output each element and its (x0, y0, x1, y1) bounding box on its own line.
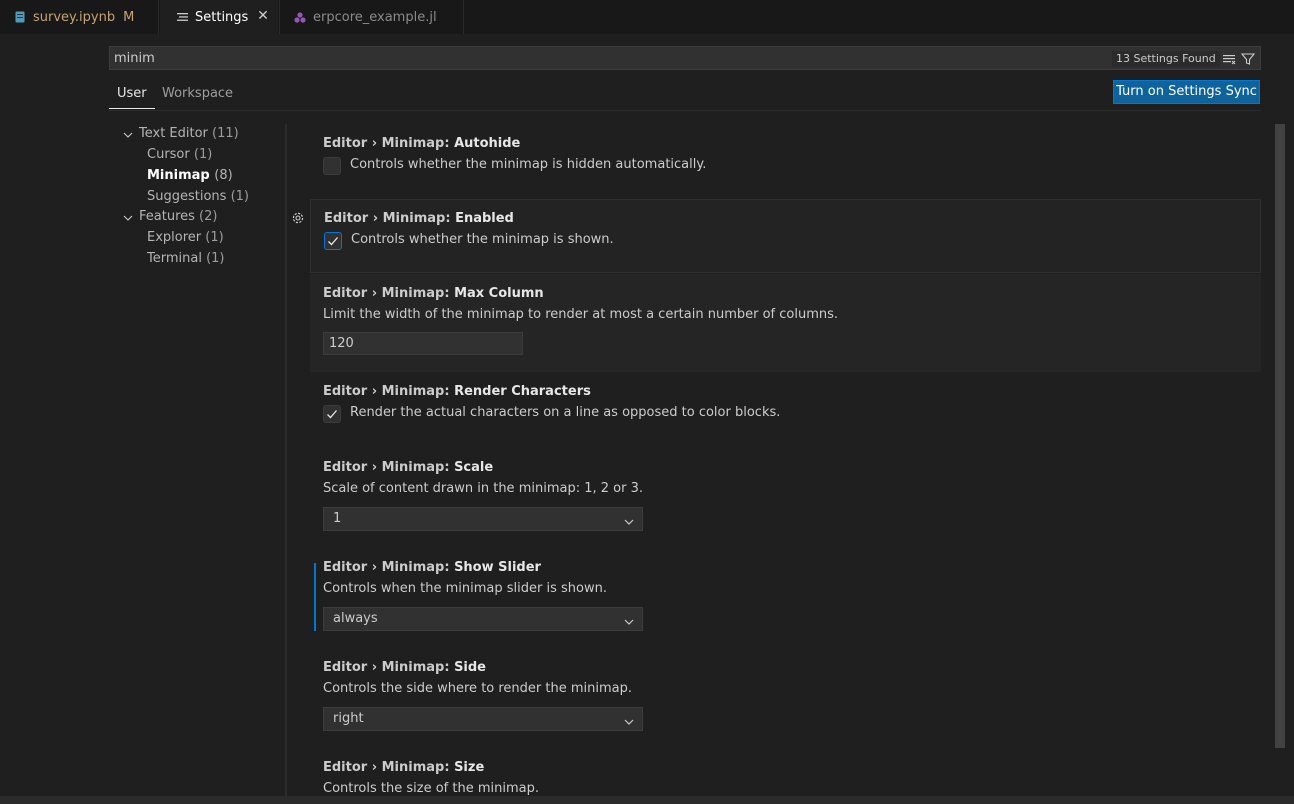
setting-title: Editor › Minimap: Show Slider (323, 560, 541, 575)
editor-tab-bar: survey.ipynb M Settings ✕ erpcore_exampl… (0, 0, 1294, 34)
show-slider-select[interactable]: always (323, 607, 643, 631)
close-icon[interactable]: ✕ (256, 9, 270, 23)
setting-title: Editor › Minimap: Enabled (324, 211, 514, 226)
scope-divider (109, 110, 1261, 111)
tab-label: Settings (195, 9, 249, 25)
select-value: 1 (333, 511, 342, 526)
toc-explorer[interactable]: Explorer (1) (147, 230, 224, 245)
tab-label: survey.ipynb (33, 9, 116, 25)
select-value: always (333, 611, 378, 626)
toc-suggestions[interactable]: Suggestions (1) (147, 189, 249, 204)
setting-title: Editor › Minimap: Size (323, 760, 485, 775)
setting-title: Editor › Minimap: Scale (323, 460, 494, 475)
enabled-checkbox[interactable] (324, 232, 342, 250)
setting-title: Editor › Minimap: Autohide (323, 136, 521, 151)
setting-title: Editor › Minimap: Render Characters (323, 384, 591, 399)
chevron-down-icon[interactable] (123, 129, 133, 139)
chevron-down-icon (623, 714, 635, 726)
panel-border (0, 796, 1294, 804)
setting-description: Controls whether the minimap is hidden a… (350, 157, 707, 172)
setting-minimap-side: Editor › Minimap: Side Controls the side… (310, 648, 1261, 746)
settings-editor-icon (176, 10, 188, 24)
clear-filter-icon[interactable] (1221, 51, 1237, 67)
julia-icon (294, 10, 306, 24)
settings-search-box: 13 Settings Found (109, 46, 1261, 70)
setting-description: Controls whether the minimap is shown. (351, 232, 614, 247)
setting-description: Limit the width of the minimap to render… (323, 307, 839, 322)
setting-minimap-render-characters: Editor › Minimap: Render Characters Rend… (310, 373, 1261, 447)
settings-found-count: 13 Settings Found (1112, 51, 1220, 67)
setting-description: Render the actual characters on a line a… (350, 405, 781, 420)
select-value: right (333, 711, 364, 726)
setting-minimap-enabled: Editor › Minimap: Enabled Controls wheth… (310, 199, 1261, 273)
setting-description: Scale of content drawn in the minimap: 1… (323, 481, 643, 496)
filter-icon[interactable] (1240, 51, 1256, 67)
toc-minimap[interactable]: Minimap (8) (147, 168, 233, 183)
setting-minimap-autohide: Editor › Minimap: Autohide Controls whet… (310, 124, 1261, 198)
chevron-down-icon[interactable] (123, 212, 133, 222)
side-select[interactable]: right (323, 707, 643, 731)
modified-indicator: M (123, 9, 135, 25)
setting-minimap-size: Editor › Minimap: Size Controls the size… (310, 748, 1261, 796)
setting-minimap-max-column: Editor › Minimap: Max Column Limit the w… (310, 274, 1261, 372)
tab-user[interactable]: User (117, 86, 147, 101)
chevron-down-icon (623, 614, 635, 626)
max-column-input[interactable] (323, 332, 523, 355)
check-icon (327, 410, 337, 419)
setting-title: Editor › Minimap: Side (323, 660, 487, 675)
setting-minimap-scale: Editor › Minimap: Scale Scale of content… (310, 449, 1261, 547)
tab-settings[interactable]: Settings ✕ (160, 0, 278, 34)
tab-erpcore-example[interactable]: erpcore_example.jl (279, 0, 464, 34)
setting-title: Editor › Minimap: Max Column (323, 286, 544, 301)
toc-divider (285, 124, 287, 796)
setting-description: Controls when the minimap slider is show… (323, 581, 607, 596)
setting-minimap-show-slider: Editor › Minimap: Show Slider Controls w… (310, 548, 1261, 646)
settings-search-input[interactable] (114, 49, 1074, 67)
toc-features[interactable]: Features (2) (139, 209, 217, 224)
autohide-checkbox[interactable] (323, 157, 341, 175)
tab-label: erpcore_example.jl (313, 9, 437, 25)
setting-description: Controls the size of the minimap. (323, 781, 539, 796)
scale-select[interactable]: 1 (323, 507, 643, 531)
turn-on-settings-sync-button[interactable]: Turn on Settings Sync (1113, 80, 1260, 104)
chevron-down-icon (623, 514, 635, 526)
toc-text-editor[interactable]: Text Editor (11) (139, 126, 239, 141)
settings-scrollbar[interactable] (1275, 124, 1285, 748)
active-scope-indicator (109, 108, 155, 109)
tab-survey-ipynb[interactable]: survey.ipynb M (0, 0, 159, 34)
gear-icon[interactable] (290, 210, 306, 226)
setting-description: Controls the side where to render the mi… (323, 681, 633, 696)
render-characters-checkbox[interactable] (323, 405, 341, 423)
toc-terminal[interactable]: Terminal (1) (147, 251, 225, 266)
check-icon (328, 237, 338, 246)
notebook-icon (14, 10, 26, 24)
tab-workspace[interactable]: Workspace (162, 86, 233, 101)
toc-cursor[interactable]: Cursor (1) (147, 147, 212, 162)
